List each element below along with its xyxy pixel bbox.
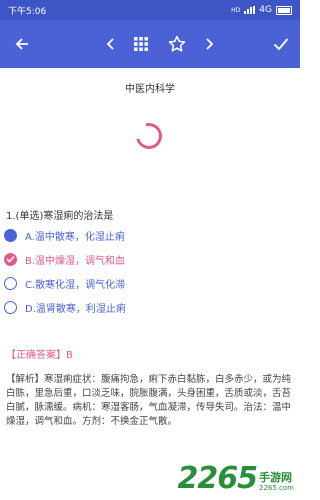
submit-button[interactable] <box>268 20 294 68</box>
radio-empty-icon <box>4 276 17 290</box>
analysis-text: 【解析】寒湿痢症状：腹痛拘急，痢下赤白黏胨，白多赤少，或为纯白胨，里急后重，口淡… <box>6 374 292 427</box>
status-time: 下午5:06 <box>8 6 47 17</box>
hd-label: HD <box>231 6 241 14</box>
watermark-brand: 手游网 <box>259 471 292 484</box>
question-text: 1.(单选)寒湿痢的治法是 <box>6 211 114 222</box>
favorite-button[interactable] <box>164 20 190 68</box>
option-c[interactable]: C.散寒化湿，调气化滞 <box>4 274 125 292</box>
loading-spinner-icon <box>131 118 167 154</box>
option-label: C.散寒化湿，调气化滞 <box>25 279 126 291</box>
radio-filled-icon <box>4 228 17 242</box>
previous-question-button[interactable] <box>100 20 122 68</box>
battery-icon <box>276 5 292 15</box>
back-button[interactable] <box>8 20 36 68</box>
option-a[interactable]: A.温中散寒，化湿止痢 <box>4 226 125 244</box>
next-question-button[interactable] <box>198 20 220 68</box>
page-title: 中医内科学 <box>125 84 175 95</box>
chevron-left-icon <box>106 38 114 50</box>
star-icon <box>168 35 186 52</box>
option-b[interactable]: B.温中燥湿，调气和血 <box>4 250 125 268</box>
watermark-url: 2265.com <box>259 484 294 492</box>
arrow-left-icon <box>15 38 28 50</box>
watermark-logo: 2265 手游网 2265.com <box>178 464 295 494</box>
toolbar <box>0 20 300 68</box>
watermark-number: 2265 <box>177 461 258 496</box>
check-circle-icon <box>4 252 17 266</box>
status-bar: 下午5:06 HD 4G <box>0 0 300 20</box>
check-icon <box>273 38 289 51</box>
radio-empty-icon <box>4 300 17 314</box>
grid-icon <box>134 37 148 51</box>
status-indicators: HD 4G <box>231 5 292 15</box>
chevron-right-icon <box>206 38 214 50</box>
network-label: 4G <box>259 5 272 15</box>
option-label: D.温肾散寒，利湿止痢 <box>25 303 126 315</box>
option-label: B.温中燥湿，调气和血 <box>25 255 126 267</box>
option-label: A.温中散寒，化湿止痢 <box>25 231 125 243</box>
question-grid-button[interactable] <box>129 20 153 68</box>
option-d[interactable]: D.温肾散寒，利湿止痢 <box>4 298 126 316</box>
signal-icon <box>244 6 256 14</box>
correct-answer: 【正确答案】B <box>6 350 73 361</box>
